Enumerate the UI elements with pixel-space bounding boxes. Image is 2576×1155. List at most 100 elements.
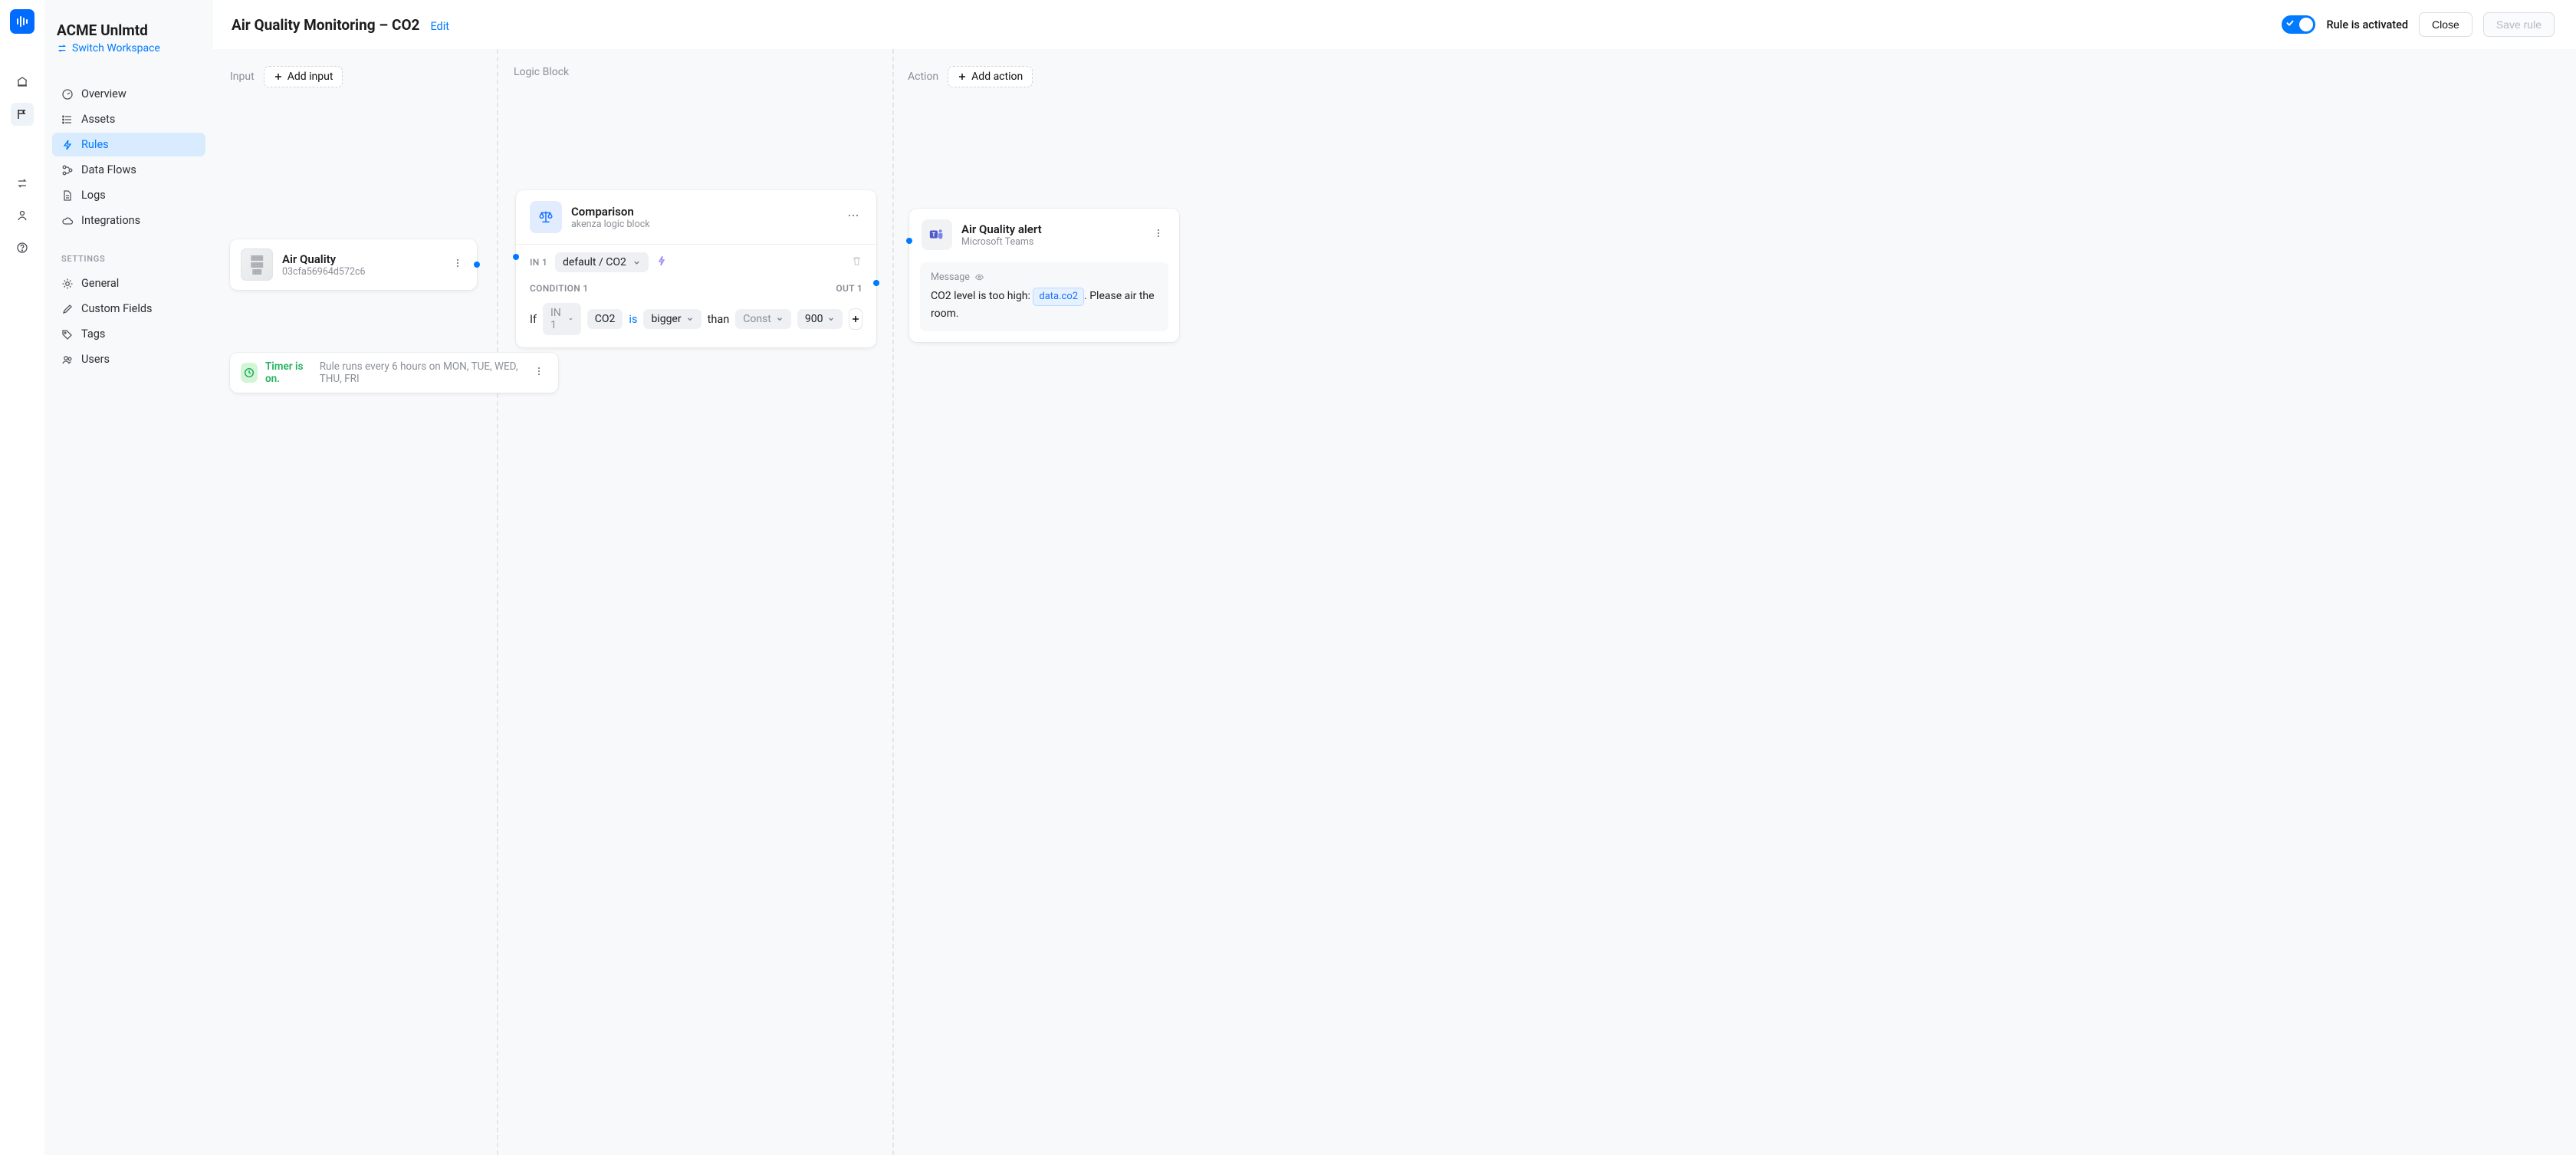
clock-icon bbox=[241, 363, 258, 383]
message-label: Message bbox=[931, 271, 970, 283]
app-logo[interactable] bbox=[10, 9, 34, 34]
message-body[interactable]: Message CO2 level is too high: data.co2.… bbox=[920, 262, 1168, 331]
nav-tags[interactable]: Tags bbox=[52, 322, 205, 346]
operator-select[interactable]: bigger bbox=[643, 309, 701, 329]
field-chip[interactable]: CO2 bbox=[587, 309, 623, 329]
canvas[interactable]: Input Add input Logic Block Action Add a… bbox=[213, 49, 2576, 1155]
check-icon bbox=[2285, 18, 2295, 31]
nav-label: Rules bbox=[81, 138, 109, 151]
sensor-thumb: ▓▓▓▓▓▓▓▓▓▓▓ bbox=[241, 248, 273, 281]
bolt-icon bbox=[656, 255, 667, 266]
nav-overview[interactable]: Overview bbox=[52, 82, 205, 106]
logic-menu[interactable] bbox=[844, 207, 863, 227]
logic-node[interactable]: Comparison akenza logic block IN 1 defau… bbox=[516, 190, 876, 347]
nav-label: Users bbox=[81, 353, 110, 366]
plus-icon bbox=[274, 72, 283, 81]
rail-flag-icon[interactable] bbox=[11, 103, 34, 126]
input-node[interactable]: ▓▓▓▓▓▓▓▓▓▓▓ Air Quality 03cfa56964d572c6 bbox=[230, 239, 477, 290]
action-subtitle: Microsoft Teams bbox=[961, 236, 1141, 248]
nav-label: Logs bbox=[81, 189, 106, 202]
chevron-down-icon bbox=[827, 315, 835, 323]
swap-icon bbox=[57, 43, 67, 54]
add-condition-button[interactable] bbox=[849, 308, 863, 330]
logic-subtitle: akenza logic block bbox=[571, 219, 835, 230]
action-node[interactable]: T Air Quality alert Microsoft Teams Mess… bbox=[909, 209, 1179, 342]
scales-icon bbox=[530, 201, 562, 233]
rhs-type-value: Const bbox=[743, 313, 771, 325]
trash-icon bbox=[851, 255, 863, 267]
chevron-down-icon bbox=[776, 315, 784, 323]
nav-general[interactable]: General bbox=[52, 271, 205, 295]
nav-rules[interactable]: Rules bbox=[52, 133, 205, 156]
nav-label: Custom Fields bbox=[81, 302, 153, 315]
is-keyword: is bbox=[629, 313, 637, 326]
swap-icon bbox=[16, 177, 28, 189]
input-node-menu[interactable] bbox=[449, 255, 466, 275]
rail-help-icon[interactable] bbox=[11, 236, 34, 259]
nav-logs[interactable]: Logs bbox=[52, 183, 205, 207]
output-port[interactable] bbox=[873, 280, 879, 286]
delete-input-button[interactable] bbox=[851, 255, 863, 270]
add-input-button[interactable]: Add input bbox=[264, 66, 343, 87]
gear-icon bbox=[61, 278, 74, 290]
rhs-type-select[interactable]: Const bbox=[735, 309, 791, 329]
close-button[interactable]: Close bbox=[2419, 12, 2472, 37]
column-label: Input bbox=[230, 71, 255, 83]
operator-value: bigger bbox=[651, 313, 681, 325]
switch-workspace-link[interactable]: Switch Workspace bbox=[57, 42, 201, 54]
activate-toggle[interactable] bbox=[2282, 15, 2315, 34]
timer-node[interactable]: Timer is on. Rule runs every 6 hours on … bbox=[230, 353, 558, 393]
input-source-select[interactable]: default / CO2 bbox=[555, 252, 649, 272]
input-source-value: default / CO2 bbox=[563, 256, 626, 268]
nav-settings: General Custom Fields Tags Users bbox=[52, 271, 205, 371]
add-input-label: Add input bbox=[288, 71, 334, 83]
users-icon bbox=[61, 354, 74, 366]
file-icon bbox=[61, 189, 74, 202]
nav-users[interactable]: Users bbox=[52, 347, 205, 371]
nav-dataflows[interactable]: Data Flows bbox=[52, 158, 205, 182]
save-rule-button[interactable]: Save rule bbox=[2483, 12, 2555, 37]
rail-user-icon[interactable] bbox=[11, 204, 34, 227]
chevron-down-icon bbox=[568, 315, 573, 323]
edit-icon bbox=[61, 303, 74, 315]
input-column-header: Input Add input bbox=[230, 66, 343, 87]
plus-icon bbox=[851, 314, 860, 324]
sidebar: ACME Unlmtd Switch Workspace Overview As… bbox=[44, 0, 213, 1155]
column-label: Action bbox=[908, 71, 938, 83]
condition-label: CONDITION 1 bbox=[530, 283, 588, 294]
nav-assets[interactable]: Assets bbox=[52, 107, 205, 131]
variable-chip[interactable]: data.co2 bbox=[1033, 288, 1084, 306]
edit-link[interactable]: Edit bbox=[430, 20, 449, 33]
add-action-button[interactable]: Add action bbox=[948, 66, 1033, 87]
teams-icon: T bbox=[922, 219, 952, 250]
trigger-icon[interactable] bbox=[656, 255, 667, 269]
timer-on-label: Timer is on. bbox=[265, 360, 312, 385]
input-node-title: Air Quality bbox=[282, 252, 366, 266]
switch-workspace-label: Switch Workspace bbox=[72, 42, 160, 54]
input-port[interactable] bbox=[513, 254, 519, 260]
timer-menu[interactable] bbox=[531, 363, 547, 383]
action-title: Air Quality alert bbox=[961, 222, 1141, 236]
flag-icon bbox=[16, 108, 28, 120]
plus-icon bbox=[958, 72, 967, 81]
toggle-label: Rule is activated bbox=[2326, 18, 2408, 31]
output-port[interactable] bbox=[474, 262, 480, 268]
action-menu[interactable] bbox=[1150, 225, 1167, 245]
settings-heading: SETTINGS bbox=[61, 254, 196, 264]
bolt-icon bbox=[61, 139, 74, 151]
nav-integrations[interactable]: Integrations bbox=[52, 209, 205, 232]
person-icon bbox=[16, 209, 28, 222]
input-port[interactable] bbox=[906, 238, 912, 244]
bank-icon bbox=[16, 76, 28, 88]
rail-org-icon[interactable] bbox=[11, 71, 34, 94]
nav-custom-fields[interactable]: Custom Fields bbox=[52, 297, 205, 321]
kebab-icon bbox=[534, 366, 544, 377]
nav-label: General bbox=[81, 277, 119, 290]
workspace-name: ACME Unlmtd bbox=[57, 21, 201, 39]
source-select[interactable]: IN 1 bbox=[543, 303, 581, 335]
out-label: OUT 1 bbox=[836, 283, 863, 294]
rail-sync-icon[interactable] bbox=[11, 172, 34, 195]
kebab-icon bbox=[1153, 228, 1164, 239]
rhs-value-select[interactable]: 900 bbox=[797, 309, 843, 329]
if-keyword: If bbox=[530, 313, 537, 326]
